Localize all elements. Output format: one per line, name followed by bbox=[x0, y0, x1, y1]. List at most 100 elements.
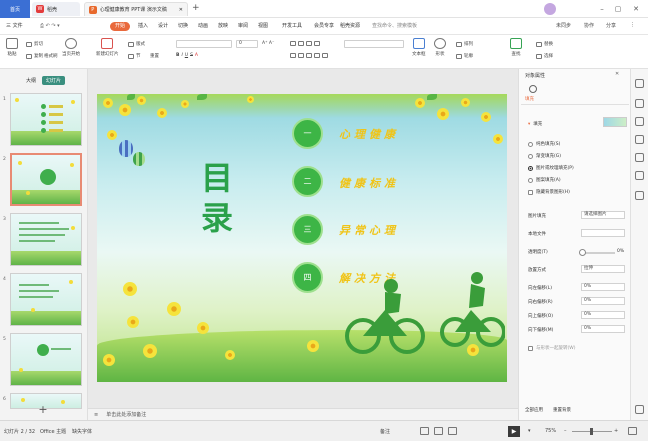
transparency-value[interactable]: 0% bbox=[617, 249, 624, 254]
sorter-view-icon[interactable] bbox=[434, 427, 443, 435]
menu-animation[interactable]: 动画 bbox=[198, 22, 208, 31]
panel-close-icon[interactable]: ✕ bbox=[615, 71, 619, 77]
menu-review[interactable]: 审阅 bbox=[238, 22, 248, 31]
arrange-button[interactable]: 排列 bbox=[456, 41, 473, 47]
slide-thumbnail-1[interactable] bbox=[10, 93, 82, 146]
tab-slides[interactable]: 幻灯片 bbox=[42, 76, 66, 85]
help-icon[interactable] bbox=[635, 405, 644, 414]
item-label[interactable]: 心理健康 bbox=[339, 126, 399, 142]
notes-bar[interactable]: ≡ 单击此处添加备注 bbox=[88, 408, 518, 420]
transparency-slider[interactable] bbox=[581, 252, 615, 254]
font-style-buttons[interactable]: B I U S A bbox=[176, 53, 198, 58]
close-button[interactable]: ✕ bbox=[630, 3, 642, 15]
fill-preview[interactable] bbox=[603, 117, 627, 127]
reset-button[interactable]: 重置 bbox=[150, 53, 159, 59]
add-slide-button[interactable]: + bbox=[36, 404, 50, 416]
missing-font-status[interactable]: 缺失字体 bbox=[72, 428, 92, 435]
format-painter-button[interactable]: 格式刷 bbox=[44, 53, 58, 59]
reset-background-button[interactable]: 重置背景 bbox=[553, 407, 571, 413]
file-menu[interactable]: 三 文件 bbox=[6, 22, 23, 31]
command-search[interactable]: 查找命令、搜索模板 bbox=[372, 22, 417, 31]
fill-section-header[interactable]: ▾ 填充 bbox=[528, 121, 542, 128]
bullet-list-icon[interactable] bbox=[290, 41, 320, 46]
play-slideshow-icon[interactable]: ▶ bbox=[508, 426, 520, 437]
share-button[interactable]: 分享 bbox=[606, 22, 616, 29]
play-from-current-button[interactable]: 当页开始 bbox=[62, 38, 80, 57]
menu-home[interactable]: 开始 bbox=[110, 22, 131, 31]
offset-left-input[interactable]: 0% bbox=[581, 283, 625, 291]
section-button[interactable]: 节 bbox=[128, 53, 141, 59]
find-button[interactable]: 查找 bbox=[510, 38, 522, 57]
source-select[interactable] bbox=[581, 229, 625, 237]
normal-view-icon[interactable] bbox=[420, 427, 429, 435]
replace-button[interactable]: 替换 bbox=[536, 41, 553, 47]
restore-button[interactable]: ▢ bbox=[612, 3, 624, 15]
underline-icon[interactable]: U bbox=[185, 53, 188, 58]
home-tab[interactable]: 首页 bbox=[0, 0, 30, 18]
text-direction-select[interactable] bbox=[344, 40, 404, 48]
shape-icon[interactable] bbox=[635, 135, 644, 144]
slide-title[interactable]: 目录 bbox=[201, 158, 241, 238]
fit-window-icon[interactable] bbox=[628, 427, 637, 435]
zoom-in-icon[interactable]: + bbox=[614, 428, 618, 434]
menu-developer[interactable]: 开发工具 bbox=[282, 22, 302, 31]
font-family-select[interactable] bbox=[176, 40, 232, 48]
placement-select[interactable]: 拉伸 bbox=[581, 265, 625, 273]
slide-thumbnail-3[interactable] bbox=[10, 213, 82, 266]
offset-top-input[interactable]: 0% bbox=[581, 311, 625, 319]
transition-icon[interactable] bbox=[635, 153, 644, 162]
item-label[interactable]: 健康标准 bbox=[339, 175, 399, 191]
theme-name[interactable]: Office 主题 bbox=[40, 428, 66, 435]
offset-bottom-input[interactable]: 0% bbox=[581, 325, 625, 333]
quick-access-icons[interactable]: ⎙ ↶ ↷ ▾ bbox=[40, 23, 60, 29]
item-number-circle[interactable]: 一 bbox=[292, 118, 323, 149]
fill-option-pattern[interactable]: 图案填充(A) bbox=[528, 177, 561, 183]
menu-member[interactable]: 会员专享 bbox=[314, 22, 334, 31]
document-tab[interactable]: P 心理健康教育 PPT课 演示文稿 ✕ bbox=[84, 2, 188, 16]
menu-transition[interactable]: 切换 bbox=[178, 22, 188, 31]
font-color-icon[interactable]: A bbox=[195, 53, 198, 58]
menu-slideshow[interactable]: 放映 bbox=[218, 22, 228, 31]
more-icon[interactable]: ⋮ bbox=[630, 22, 635, 28]
apply-all-button[interactable]: 全部应用 bbox=[525, 407, 543, 413]
hide-background-checkbox[interactable]: 隐藏背景图形(H) bbox=[528, 189, 570, 195]
fill-option-solid[interactable]: 纯色填充(S) bbox=[528, 141, 560, 147]
fill-option-gradient[interactable]: 渐变填充(G) bbox=[528, 153, 561, 159]
shapes-button[interactable]: 形状 bbox=[434, 38, 446, 57]
offset-right-input[interactable]: 0% bbox=[581, 297, 625, 305]
notes-toggle[interactable]: 备注 bbox=[380, 428, 390, 435]
minimize-button[interactable]: – bbox=[596, 3, 608, 15]
notes-placeholder[interactable]: 单击此处添加备注 bbox=[106, 411, 146, 418]
strike-icon[interactable]: S bbox=[190, 53, 193, 58]
zoom-out-icon[interactable]: – bbox=[564, 428, 567, 434]
menu-resources[interactable]: 稻壳资源 bbox=[340, 22, 360, 31]
item-number-circle[interactable]: 四 bbox=[292, 262, 323, 293]
transparency-slider-handle[interactable] bbox=[579, 249, 586, 256]
layout-button[interactable]: 版式 bbox=[128, 41, 145, 47]
fill-bucket-icon[interactable] bbox=[529, 85, 537, 93]
collab-button[interactable]: 协作 bbox=[584, 22, 594, 29]
settings-icon[interactable] bbox=[635, 191, 644, 200]
zoom-value[interactable]: 75% bbox=[545, 428, 556, 434]
play-dropdown-icon[interactable]: ▾ bbox=[528, 428, 531, 434]
cut-button[interactable]: 剪切 bbox=[26, 41, 43, 47]
zoom-slider-handle[interactable] bbox=[590, 428, 593, 435]
item-number-circle[interactable]: 三 bbox=[292, 214, 323, 245]
new-slide-button[interactable]: 新建幻灯片 bbox=[96, 38, 119, 57]
copy-button[interactable]: 复制 bbox=[26, 53, 43, 59]
properties-icon[interactable] bbox=[635, 79, 644, 88]
menu-view[interactable]: 视图 bbox=[258, 22, 268, 31]
fill-option-picture[interactable]: 图片或纹理填充(P) bbox=[528, 165, 574, 171]
italic-icon[interactable]: I bbox=[181, 53, 182, 58]
slide-canvas[interactable]: 目录 一 心理健康 二 健康标准 三 异常心理 四 解决方法 bbox=[97, 94, 507, 382]
tab-outline[interactable]: 大纲 bbox=[22, 76, 40, 85]
reading-view-icon[interactable] bbox=[448, 427, 457, 435]
close-tab-icon[interactable]: ✕ bbox=[179, 7, 183, 13]
bold-icon[interactable]: B bbox=[176, 53, 179, 58]
avatar[interactable] bbox=[544, 3, 556, 15]
text-box-button[interactable]: 文本框 bbox=[412, 38, 426, 57]
paste-button[interactable]: 粘贴 bbox=[6, 38, 18, 57]
animation-icon[interactable] bbox=[635, 117, 644, 126]
font-size-select[interactable]: 0 bbox=[236, 40, 258, 48]
menu-design[interactable]: 设计 bbox=[158, 22, 168, 31]
